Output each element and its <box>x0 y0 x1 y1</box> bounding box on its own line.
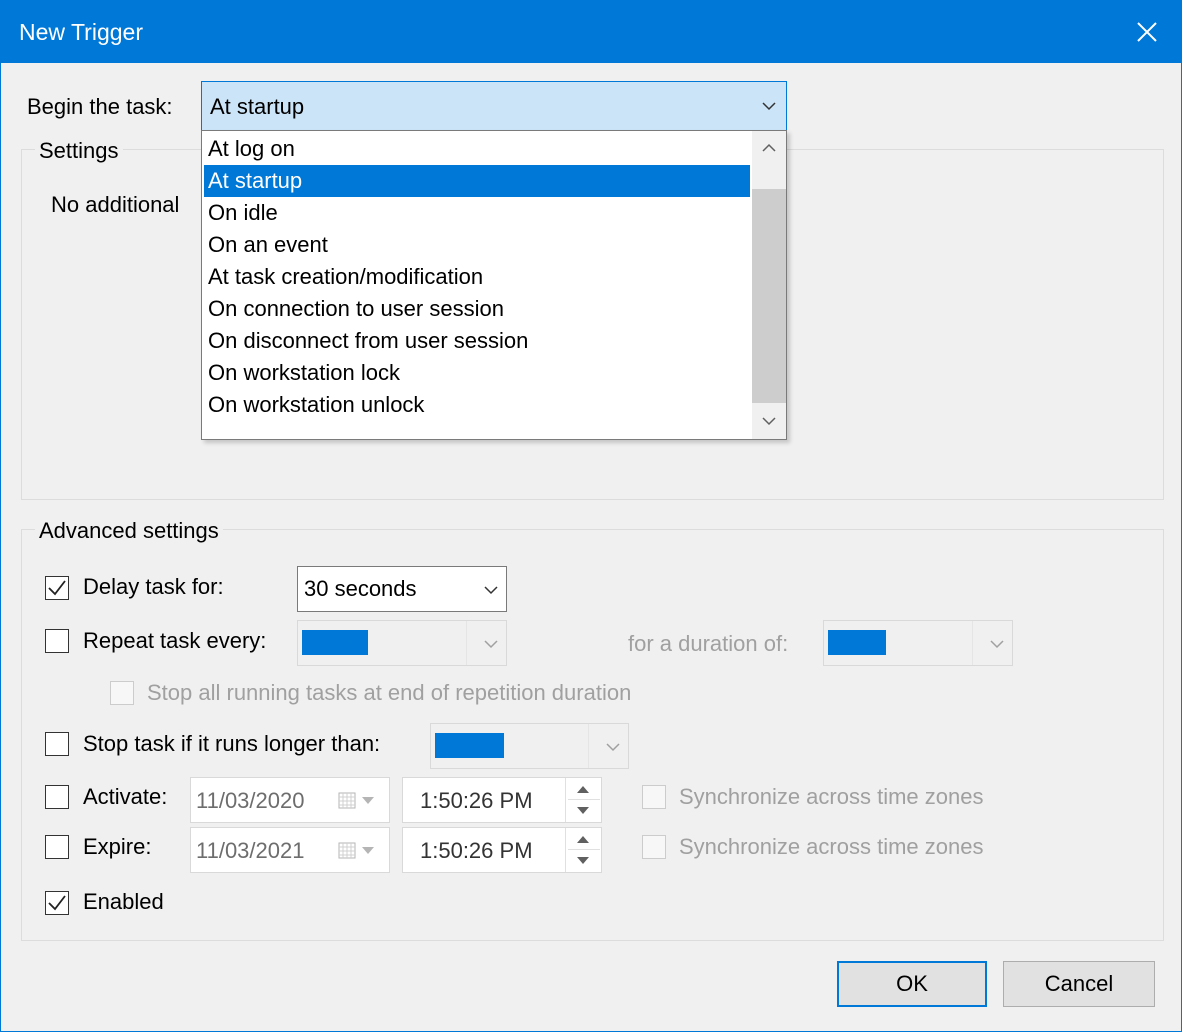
dropdown-option[interactable]: At task creation/modification <box>204 261 750 293</box>
activate-sync-checkbox[interactable] <box>642 785 666 809</box>
scroll-up-icon[interactable] <box>762 143 776 152</box>
begin-task-value: At startup <box>210 94 305 119</box>
enabled-label: Enabled <box>83 889 164 914</box>
begin-task-label: Begin the task: <box>27 94 173 119</box>
dropdown-scrollbar[interactable] <box>752 131 786 439</box>
chevron-down-icon <box>762 102 776 111</box>
stop-long-label: Stop task if it runs longer than: <box>83 731 381 756</box>
advanced-settings-legend: Advanced settings <box>35 518 223 544</box>
stop-all-checkbox[interactable] <box>110 681 134 705</box>
settings-message: No additional <box>51 192 180 217</box>
duration-value: 1 day <box>828 630 886 655</box>
close-button[interactable] <box>1113 1 1181 63</box>
checkmark-icon <box>48 580 66 596</box>
begin-task-dropdown[interactable]: At startup <box>201 81 787 131</box>
activate-sync-label: Synchronize across time zones <box>679 784 984 809</box>
activate-checkbox[interactable] <box>45 785 69 809</box>
activate-time-spinner[interactable] <box>565 778 602 822</box>
activate-time-field[interactable]: 1:50:26 PM <box>402 777 602 823</box>
stop-long-value: 3 days <box>435 733 504 758</box>
chevron-down-icon <box>606 743 620 752</box>
close-icon <box>1137 22 1157 42</box>
title-bar: New Trigger <box>1 1 1181 63</box>
repeat-label: Repeat task every: <box>83 628 267 653</box>
expire-date-value: 11/03/2021 <box>196 838 305 863</box>
ok-button[interactable]: OK <box>837 961 987 1007</box>
scroll-down-icon[interactable] <box>762 417 776 426</box>
dropdown-option[interactable]: On idle <box>204 197 750 229</box>
expire-sync-checkbox[interactable] <box>642 835 666 859</box>
dropdown-option[interactable]: On disconnect from user session <box>204 325 750 357</box>
delay-checkbox[interactable] <box>45 576 69 600</box>
calendar-icon <box>338 792 356 809</box>
delay-dropdown[interactable]: 30 seconds <box>297 566 507 612</box>
chevron-down-icon <box>990 640 1004 649</box>
expire-time-spinner[interactable] <box>565 828 602 872</box>
caret-down-icon <box>362 797 374 804</box>
dropdown-option[interactable]: On workstation unlock <box>204 389 750 421</box>
activate-date-picker[interactable]: 11/03/2020 <box>190 777 390 823</box>
dropdown-option[interactable]: On workstation lock <box>204 357 750 389</box>
expire-checkbox[interactable] <box>45 835 69 859</box>
spin-up-icon <box>577 836 589 843</box>
chevron-down-icon <box>484 586 498 595</box>
duration-label: for a duration of: <box>628 631 789 656</box>
new-trigger-dialog: New Trigger Begin the task: At startup S… <box>0 0 1182 1032</box>
window-title: New Trigger <box>19 19 143 45</box>
dropdown-option[interactable]: At log on <box>204 133 750 165</box>
settings-legend: Settings <box>35 138 123 164</box>
expire-date-picker[interactable]: 11/03/2021 <box>190 827 390 873</box>
dropdown-option[interactable]: On an event <box>204 229 750 261</box>
stop-long-checkbox[interactable] <box>45 732 69 756</box>
activate-label: Activate: <box>83 784 168 809</box>
dropdown-option[interactable]: At startup <box>204 165 750 197</box>
stop-long-dropdown[interactable]: 3 days <box>430 723 629 769</box>
expire-sync-label: Synchronize across time zones <box>679 834 984 859</box>
activate-time-value: 1:50:26 PM <box>420 788 533 813</box>
spin-down-icon <box>577 857 589 864</box>
enabled-checkbox[interactable] <box>45 891 69 915</box>
spin-down-icon <box>577 807 589 814</box>
duration-dropdown[interactable]: 1 day <box>823 620 1013 666</box>
expire-label: Expire: <box>83 834 152 859</box>
activate-date-value: 11/03/2020 <box>196 788 305 813</box>
delay-label: Delay task for: <box>83 574 224 599</box>
cancel-button[interactable]: Cancel <box>1003 961 1155 1007</box>
dropdown-option[interactable]: On connection to user session <box>204 293 750 325</box>
spin-up-icon <box>577 786 589 793</box>
scrollbar-thumb[interactable] <box>752 189 786 403</box>
begin-task-dropdown-list: At log on At startup On idle On an event At … <box>201 130 787 440</box>
delay-value: 30 seconds <box>304 576 417 601</box>
chevron-down-icon <box>484 640 498 649</box>
repeat-checkbox[interactable] <box>45 629 69 653</box>
stop-all-label: Stop all running tasks at end of repetit… <box>147 680 632 705</box>
caret-down-icon <box>362 847 374 854</box>
calendar-icon <box>338 842 356 859</box>
expire-time-field[interactable]: 1:50:26 PM <box>402 827 602 873</box>
checkmark-icon <box>48 895 66 911</box>
repeat-interval-value: 1 hour <box>302 630 369 655</box>
expire-time-value: 1:50:26 PM <box>420 838 533 863</box>
repeat-interval-dropdown[interactable]: 1 hour <box>297 620 507 666</box>
